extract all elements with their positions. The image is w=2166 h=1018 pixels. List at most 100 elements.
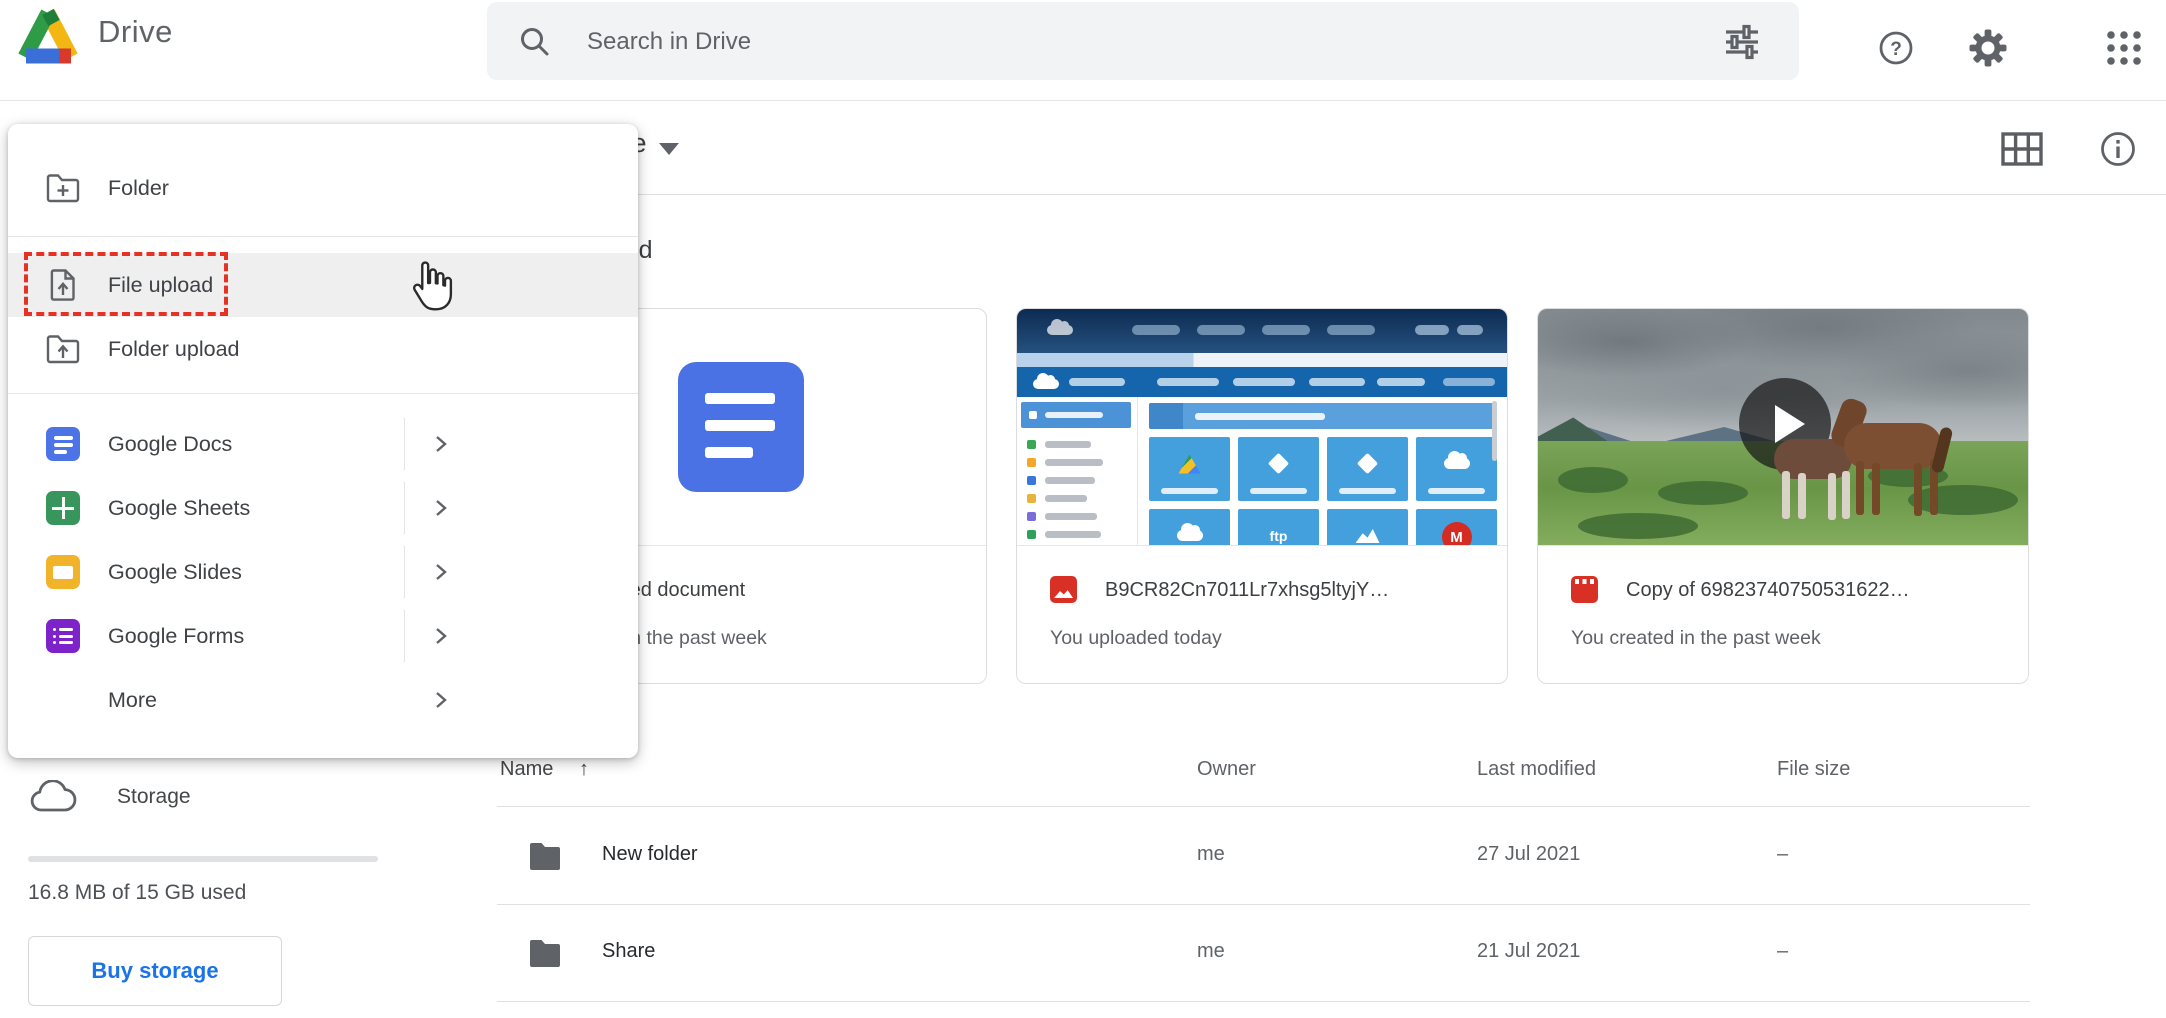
app-title: Drive	[98, 14, 173, 50]
folder-upload-icon	[45, 331, 81, 367]
image-file-icon	[1050, 576, 1077, 603]
menu-item-google-slides[interactable]: Google Slides	[8, 540, 638, 604]
search-bar[interactable]	[487, 2, 1799, 80]
help-icon[interactable]: ?	[1876, 28, 1916, 68]
suggested-card-image[interactable]: ftp M box B9CR82Cn7011Lr7xhsg5ltyjY… You…	[1016, 308, 1508, 684]
search-icon[interactable]	[517, 24, 553, 60]
menu-item-folder-upload[interactable]: Folder upload	[8, 317, 638, 381]
cloud-icon	[28, 780, 78, 816]
file-size: –	[1777, 843, 1788, 866]
horse-figure	[1826, 397, 1966, 527]
file-size: –	[1777, 940, 1788, 963]
search-options-icon[interactable]	[1723, 23, 1761, 61]
menu-item-folder[interactable]: Folder	[8, 156, 638, 220]
menu-item-label: Folder upload	[108, 337, 239, 362]
cloud-service-tile	[1416, 437, 1497, 501]
drive-logo-icon[interactable]	[14, 6, 82, 66]
menu-item-google-forms[interactable]: Google Forms	[8, 604, 638, 668]
cloud-service-tile	[1327, 437, 1408, 501]
card-title: Copy of 69823740750531622…	[1626, 579, 2006, 602]
submenu-chevron-icon[interactable]	[431, 690, 451, 710]
google-forms-icon	[45, 618, 81, 654]
submenu-divider	[404, 418, 405, 470]
menu-item-google-sheets[interactable]: Google Sheets	[8, 476, 638, 540]
video-thumbnail	[1538, 309, 2028, 546]
file-name: New folder	[602, 843, 698, 866]
cloud-service-tile	[1327, 509, 1408, 546]
google-drive-window: Drive	[0, 0, 2166, 1018]
storage-label: Storage	[117, 785, 191, 809]
cloud-service-tile: ftp	[1238, 509, 1319, 546]
svg-text:?: ?	[1890, 39, 1902, 60]
card-subtitle: You created in the past week	[1571, 627, 1821, 650]
card-title: B9CR82Cn7011Lr7xhsg5ltyjY…	[1105, 579, 1485, 602]
menu-item-google-docs[interactable]: Google Docs	[8, 412, 638, 476]
submenu-chevron-icon[interactable]	[431, 498, 451, 518]
file-owner: me	[1197, 843, 1225, 866]
google-docs-icon	[45, 426, 81, 462]
menu-divider	[8, 393, 638, 394]
menu-divider	[8, 236, 638, 237]
storage-usage-text: 16.8 MB of 15 GB used	[28, 881, 246, 905]
card-subtitle: You uploaded today	[1050, 627, 1222, 650]
menu-item-label: Google Sheets	[108, 496, 250, 521]
table-header: Name ↑ Owner Last modified File size	[497, 750, 2030, 806]
settings-gear-icon[interactable]	[1968, 28, 2008, 68]
submenu-chevron-icon[interactable]	[431, 626, 451, 646]
chevron-down-icon[interactable]	[659, 143, 679, 155]
file-name: Share	[602, 940, 655, 963]
card-label: Copy of 69823740750531622… You created i…	[1538, 546, 2028, 683]
submenu-divider	[404, 546, 405, 598]
menu-item-label: Google Docs	[108, 432, 232, 457]
suggested-card-video[interactable]: Copy of 69823740750531622… You created i…	[1537, 308, 2029, 684]
sort-arrow-icon[interactable]: ↑	[579, 758, 589, 781]
google-apps-grid-icon[interactable]	[2104, 28, 2144, 68]
top-bar: Drive	[0, 0, 2166, 100]
google-docs-badge-icon	[678, 362, 804, 492]
video-file-icon	[1571, 576, 1598, 603]
annotation-highlight-box	[24, 252, 228, 316]
new-folder-icon	[45, 170, 81, 206]
card-title: Untitled document	[584, 579, 964, 602]
submenu-divider	[404, 482, 405, 534]
search-input[interactable]	[585, 20, 1639, 64]
submenu-chevron-icon[interactable]	[431, 562, 451, 582]
file-owner: me	[1197, 940, 1225, 963]
folder-icon	[528, 841, 562, 870]
submenu-chevron-icon[interactable]	[431, 434, 451, 454]
table-row[interactable]: Share me 21 Jul 2021 –	[497, 905, 2030, 1001]
table-divider	[497, 806, 2030, 807]
storage-progress-bar	[28, 856, 378, 862]
hand-cursor-icon	[410, 258, 454, 314]
column-header-name[interactable]: Name	[500, 758, 553, 781]
google-sheets-icon	[45, 490, 81, 526]
google-slides-icon	[45, 554, 81, 590]
menu-item-label: Folder	[108, 176, 169, 201]
file-modified: 27 Jul 2021	[1477, 843, 1580, 866]
new-menu: Folder File upload	[8, 124, 638, 758]
menu-item-label: Google Slides	[108, 560, 242, 585]
info-icon[interactable]	[2098, 129, 2138, 169]
cloud-service-tile	[1149, 437, 1230, 501]
cloud-service-tile: M	[1416, 509, 1497, 546]
cloud-service-tile	[1238, 437, 1319, 501]
submenu-divider	[404, 610, 405, 662]
menu-item-more[interactable]: More	[8, 668, 638, 732]
cloud-service-tile	[1149, 509, 1230, 546]
sidebar-item-storage[interactable]: Storage	[28, 780, 358, 820]
menu-item-label: More	[108, 688, 157, 713]
menu-item-label: Google Forms	[108, 624, 244, 649]
table-row[interactable]: New folder me 27 Jul 2021 –	[497, 808, 2030, 904]
buy-storage-button[interactable]: Buy storage	[28, 936, 282, 1006]
multcloud-thumbnail: ftp M box	[1017, 309, 1507, 546]
column-header-size[interactable]: File size	[1777, 758, 1850, 781]
file-modified: 21 Jul 2021	[1477, 940, 1580, 963]
column-header-modified[interactable]: Last modified	[1477, 758, 1596, 781]
topbar-divider	[0, 100, 2166, 101]
grid-view-icon[interactable]	[2000, 131, 2044, 167]
card-label: B9CR82Cn7011Lr7xhsg5ltyjY… You uploaded …	[1017, 546, 1507, 683]
column-header-owner[interactable]: Owner	[1197, 758, 1256, 781]
folder-icon	[528, 938, 562, 967]
toolbar-divider	[380, 194, 2166, 195]
table-divider	[497, 1001, 2030, 1002]
